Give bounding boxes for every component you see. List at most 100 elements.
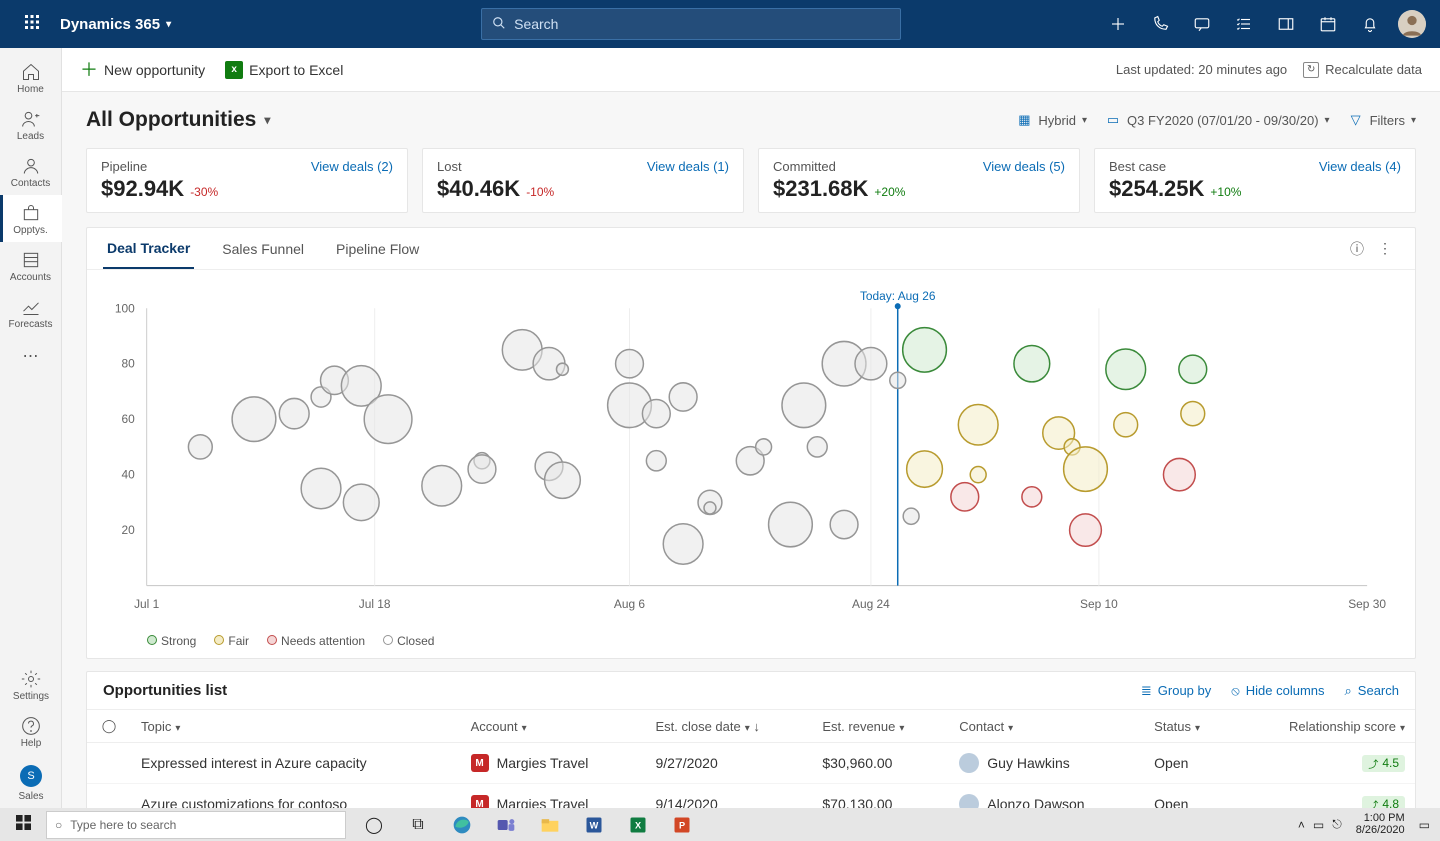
task-icon[interactable]: [1224, 0, 1264, 48]
excel-icon[interactable]: X: [616, 808, 660, 841]
word-icon[interactable]: W: [572, 808, 616, 841]
tab-sales-funnel[interactable]: Sales Funnel: [218, 228, 308, 269]
card-label: Lost: [437, 159, 462, 174]
nav-forecasts[interactable]: Forecasts: [0, 289, 62, 336]
bubble-chart[interactable]: 20406080100Jul 1Jul 18Aug 6Aug 24Sep 10S…: [87, 270, 1415, 630]
card-pct: -10%: [526, 185, 554, 199]
cell-revenue: $70,130.00: [812, 784, 949, 809]
start-button[interactable]: [0, 815, 46, 834]
chevron-down-icon: ▾: [1411, 115, 1416, 126]
explorer-icon[interactable]: [528, 808, 572, 841]
app-launcher-icon[interactable]: [8, 14, 56, 35]
col-score[interactable]: Relationship score▾: [1233, 710, 1415, 743]
add-icon[interactable]: [1098, 0, 1138, 48]
card-view-deals-link[interactable]: View deals (1): [647, 159, 729, 174]
account-logo-icon: M: [471, 754, 489, 772]
view-mode-selector[interactable]: ▦ Hybrid ▾: [1016, 112, 1087, 128]
nav-leads[interactable]: Leads: [0, 101, 62, 148]
view-selector[interactable]: All Opportunities ▾: [86, 108, 270, 132]
col-status[interactable]: Status▾: [1144, 710, 1232, 743]
export-excel-button[interactable]: x Export to Excel: [225, 61, 343, 79]
tray-battery-icon[interactable]: ▭: [1313, 818, 1324, 832]
card-pct: +20%: [874, 185, 905, 199]
card-value: $231.68K: [773, 176, 868, 202]
command-bar: ＋ New opportunity x Export to Excel Last…: [62, 48, 1440, 92]
tray-chevron-icon[interactable]: ˄: [1298, 818, 1305, 832]
table-row[interactable]: Azure customizations for contoso MMargie…: [87, 784, 1415, 809]
nav-opptys[interactable]: Opptys.: [0, 195, 62, 242]
chart-more-icon[interactable]: ⋮: [1371, 240, 1399, 257]
chevron-down-icon: ▾: [1325, 115, 1330, 126]
global-search[interactable]: Search: [481, 8, 901, 40]
nav-sales-area[interactable]: S Sales: [0, 755, 62, 808]
nav-settings[interactable]: Settings: [0, 661, 62, 708]
nav-home[interactable]: Home: [0, 54, 62, 101]
card-view-deals-link[interactable]: View deals (2): [311, 159, 393, 174]
nav-help[interactable]: Help: [0, 708, 62, 755]
legend-needs: Needs attention: [267, 634, 365, 648]
col-topic[interactable]: Topic▾: [131, 710, 461, 743]
action-center-icon[interactable]: ▭: [1419, 818, 1430, 832]
edge-icon[interactable]: [440, 808, 484, 841]
calendar-icon[interactable]: [1308, 0, 1348, 48]
cell-account: MMargies Travel: [461, 743, 646, 784]
summary-card: Pipeline View deals (2) $92.94K -30%: [86, 148, 408, 213]
card-view-deals-link[interactable]: View deals (4): [1319, 159, 1401, 174]
hide-columns-button[interactable]: ⦸Hide columns: [1231, 683, 1324, 699]
svg-text:Today: Aug 26: Today: Aug 26: [860, 289, 936, 303]
powerpoint-icon[interactable]: P: [660, 808, 704, 841]
taskbar-search-placeholder: Type here to search: [70, 818, 176, 832]
last-updated-text: Last updated: 20 minutes ago: [1116, 62, 1287, 77]
sort-desc-icon: ↓: [753, 719, 760, 734]
date-range-selector[interactable]: ▭ Q3 FY2020 (07/01/20 - 09/30/20) ▾: [1105, 112, 1330, 128]
svg-text:W: W: [590, 820, 599, 830]
chart-info-icon[interactable]: ⓘ: [1343, 239, 1371, 259]
nav-leads-label: Leads: [17, 131, 44, 142]
nav-contacts[interactable]: Contacts: [0, 148, 62, 195]
phone-icon[interactable]: [1140, 0, 1180, 48]
filters-button[interactable]: ▽ Filters ▾: [1348, 112, 1416, 128]
table-row[interactable]: Expressed interest in Azure capacity MMa…: [87, 743, 1415, 784]
nav-accounts-label: Accounts: [10, 272, 51, 283]
taskbar-clock[interactable]: 1:00 PM 8/26/2020: [1350, 813, 1411, 836]
cell-close: 9/14/2020: [645, 784, 812, 809]
new-opportunity-button[interactable]: ＋ New opportunity: [80, 62, 205, 78]
col-revenue[interactable]: Est. revenue▾: [812, 710, 949, 743]
cortana-icon[interactable]: ◯: [352, 808, 396, 841]
card-value: $40.46K: [437, 176, 520, 202]
chat-icon[interactable]: [1182, 0, 1222, 48]
chart-legend: Strong Fair Needs attention Closed: [87, 630, 1415, 658]
user-avatar[interactable]: [1392, 0, 1432, 48]
chevron-down-icon: ▾: [166, 19, 171, 30]
group-icon: ≣: [1141, 683, 1152, 699]
panel-icon[interactable]: [1266, 0, 1306, 48]
col-contact[interactable]: Contact▾: [949, 710, 1144, 743]
card-value: $92.94K: [101, 176, 184, 202]
tab-deal-tracker[interactable]: Deal Tracker: [103, 228, 194, 269]
tray-wifi-icon[interactable]: ⎋: [1332, 817, 1342, 832]
task-view-icon[interactable]: ⧉: [396, 808, 440, 841]
recalculate-button[interactable]: ↻ Recalculate data: [1303, 62, 1422, 78]
taskbar-search[interactable]: ○ Type here to search: [46, 811, 346, 839]
teams-icon[interactable]: [484, 808, 528, 841]
cell-topic: Expressed interest in Azure capacity: [131, 743, 461, 784]
svg-text:X: X: [635, 820, 642, 830]
tab-pipeline-flow[interactable]: Pipeline Flow: [332, 228, 423, 269]
svg-text:Aug 24: Aug 24: [852, 597, 890, 611]
col-close[interactable]: Est. close date▾ ↓: [645, 710, 812, 743]
opportunities-table: ◯ Topic▾ Account▾ Est. close date▾ ↓ Est…: [87, 709, 1415, 808]
summary-card: Lost View deals (1) $40.46K -10%: [422, 148, 744, 213]
nav-more[interactable]: ⋯: [23, 336, 39, 376]
product-switcher[interactable]: Dynamics 365 ▾: [60, 16, 171, 33]
svg-text:Sep 30: Sep 30: [1348, 597, 1386, 611]
nav-accounts[interactable]: Accounts: [0, 242, 62, 289]
page-title: All Opportunities: [86, 108, 256, 132]
col-account[interactable]: Account▾: [461, 710, 646, 743]
recalculate-label: Recalculate data: [1325, 62, 1422, 77]
group-by-button[interactable]: ≣Group by: [1141, 683, 1211, 699]
cell-status: Open: [1144, 743, 1232, 784]
select-all-icon[interactable]: ◯: [102, 718, 117, 733]
card-view-deals-link[interactable]: View deals (5): [983, 159, 1065, 174]
bell-icon[interactable]: [1350, 0, 1390, 48]
list-search-button[interactable]: ⌕Search: [1345, 683, 1399, 699]
